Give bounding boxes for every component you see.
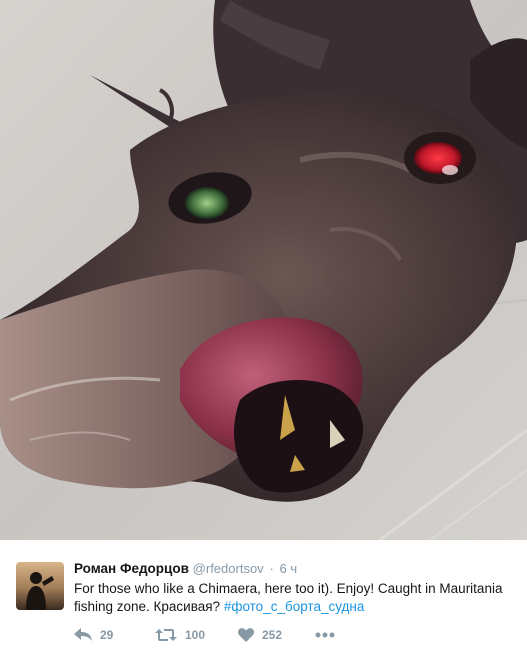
tweet-actions: 29 100 252 [74,625,335,645]
chimaera-photo [0,0,527,540]
tweet-header: Роман Федорцов @rfedortsov · 6 ч [74,560,297,577]
hashtag-link[interactable]: #фото_с_борта_судна [224,599,365,614]
reply-button[interactable]: 29 [74,628,155,642]
tweet-card: Роман Федорцов @rfedortsov · 6 ч For tho… [0,540,527,655]
retweet-count: 100 [185,628,206,642]
reply-icon [74,628,92,641]
more-button[interactable] [315,632,335,638]
avatar[interactable] [16,562,64,610]
more-icon [315,632,335,638]
like-button[interactable]: 252 [238,628,315,642]
retweet-button[interactable]: 100 [155,628,238,642]
retweet-icon [155,629,177,641]
heart-icon [238,628,254,642]
tweet-text: For those who like a Chimaera, here too … [74,580,514,616]
separator-dot: · [269,561,274,576]
tweet-timestamp[interactable]: 6 ч [280,561,298,576]
like-count: 252 [262,628,283,642]
reply-count: 29 [100,628,114,642]
tweet-photo[interactable] [0,0,527,540]
author-handle[interactable]: @rfedortsov [193,561,264,576]
author-name[interactable]: Роман Федорцов [74,561,189,576]
